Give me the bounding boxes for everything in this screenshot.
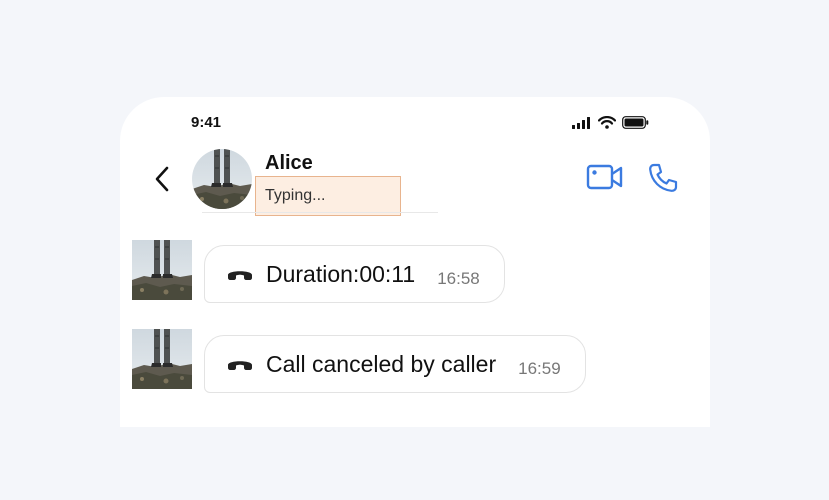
wifi-icon — [598, 116, 616, 129]
message-time: 16:59 — [518, 359, 561, 378]
battery-icon — [622, 116, 649, 129]
chat-screen: 9:41 Alice Typing... Duration:00:11 16:5… — [120, 97, 710, 427]
message-time: 16:58 — [437, 269, 480, 288]
phone-icon — [649, 163, 678, 192]
contact-name: Alice — [265, 152, 313, 174]
call-log-message[interactable]: Duration:00:11 16:58 — [204, 245, 505, 303]
voice-call-button[interactable] — [647, 162, 679, 199]
hangup-phone-icon — [227, 357, 253, 371]
cellular-signal-icon — [572, 116, 590, 129]
chevron-left-icon — [155, 166, 169, 192]
message-avatar[interactable] — [132, 240, 192, 300]
back-button[interactable] — [150, 163, 174, 195]
message-avatar[interactable] — [132, 329, 192, 389]
status-icons — [572, 116, 649, 129]
message-text: Call canceled by caller — [266, 350, 497, 377]
hangup-phone-icon — [227, 267, 253, 281]
header-divider — [202, 212, 438, 213]
call-log-message[interactable]: Call canceled by caller 16:59 — [204, 335, 586, 393]
status-time: 9:41 — [191, 114, 222, 131]
video-call-button[interactable] — [586, 162, 624, 197]
contact-avatar[interactable] — [192, 149, 252, 209]
message-text: Duration:00:11 — [266, 260, 416, 287]
typing-status: Typing... — [255, 176, 401, 216]
video-camera-icon — [586, 164, 623, 190]
